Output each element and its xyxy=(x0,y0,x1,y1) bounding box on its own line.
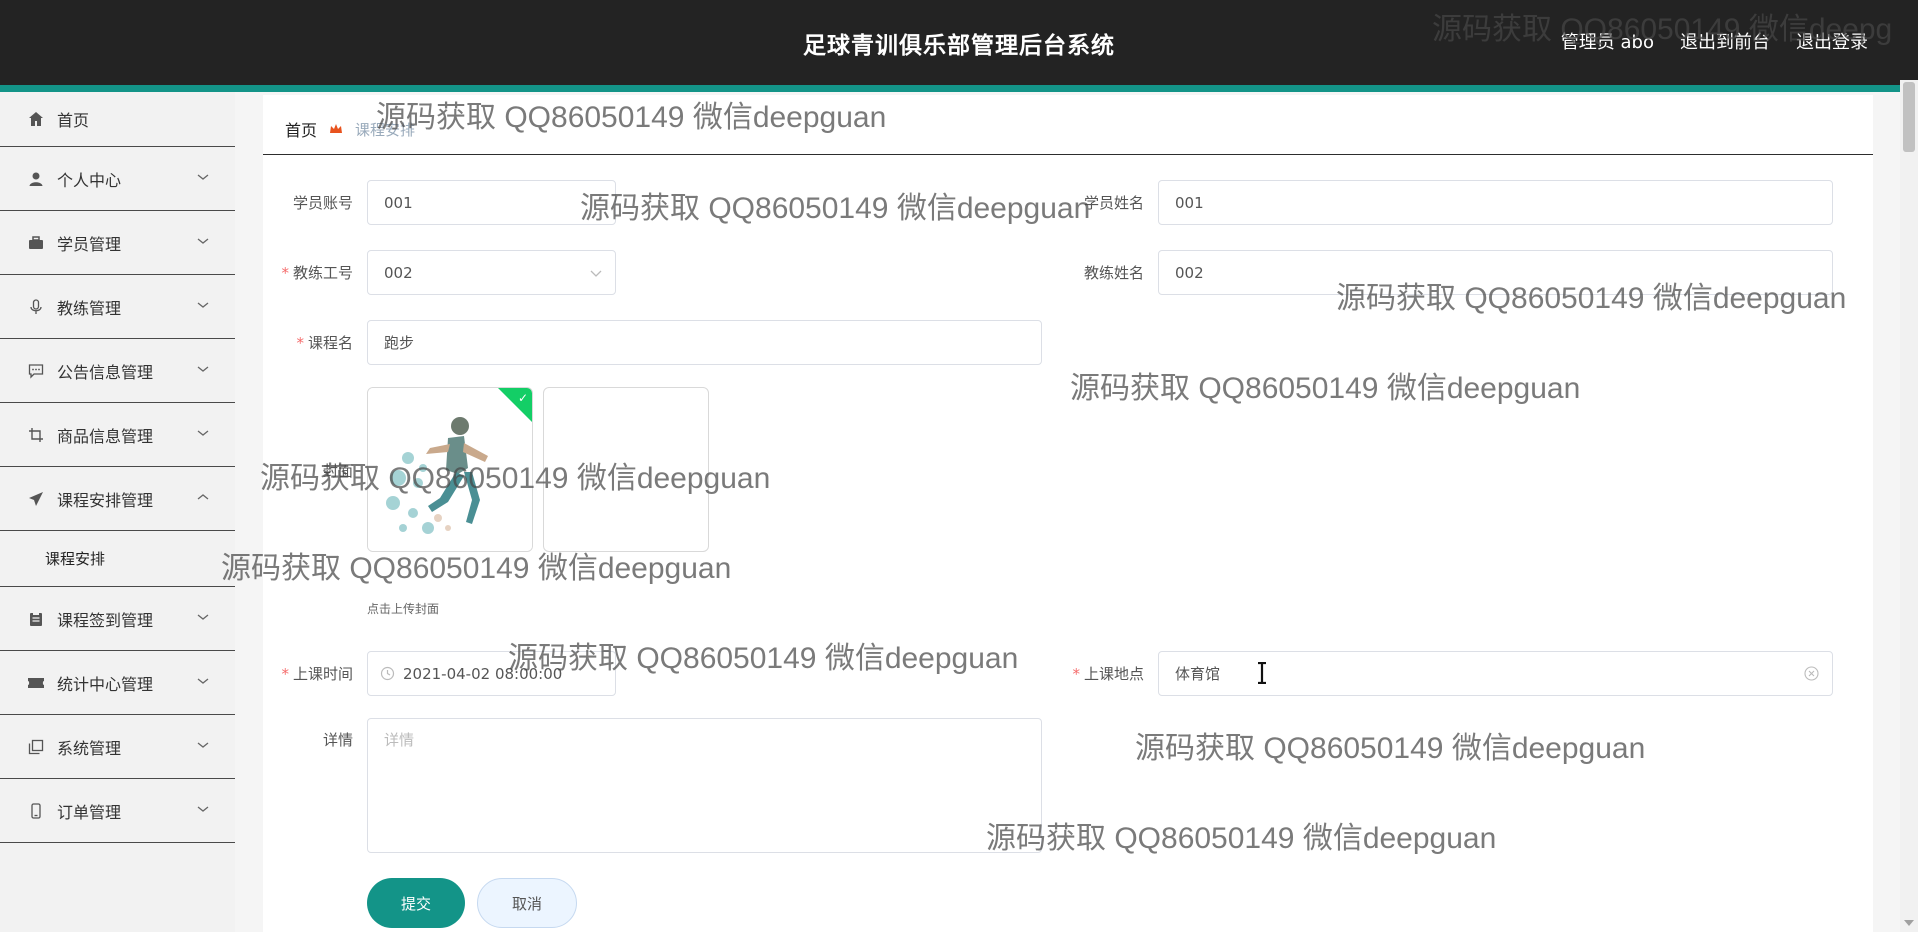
chevron-down-icon xyxy=(197,174,209,180)
divider xyxy=(263,154,1873,155)
header-accent-bar xyxy=(0,85,1918,92)
crown-icon xyxy=(330,124,343,133)
course-name-label: * 课程名 xyxy=(296,334,353,352)
clear-icon[interactable] xyxy=(1803,665,1820,682)
chevron-down-icon xyxy=(197,806,209,812)
sidebar-item-label: 公告信息管理 xyxy=(57,362,154,382)
chevron-down-icon xyxy=(197,678,209,684)
coach-name-label: 教练姓名 xyxy=(1083,264,1144,282)
current-user: 管理员 abo xyxy=(1560,32,1654,53)
sidebar-item-label: 统计中心管理 xyxy=(57,674,154,694)
sidebar-item-product-management[interactable]: 商品信息管理 xyxy=(0,403,235,467)
chevron-down-icon xyxy=(197,366,209,372)
sidebar-item-coach-management[interactable]: 教练管理 xyxy=(0,275,235,339)
header-links: 管理员 abo 退出到前台 退出登录 xyxy=(1561,28,1868,54)
clock-icon xyxy=(380,666,395,681)
ticket-icon xyxy=(27,674,45,692)
chevron-up-icon xyxy=(197,494,209,500)
submenu-item-course-schedule[interactable]: 课程安排 xyxy=(0,531,235,587)
sidebar-item-label: 订单管理 xyxy=(57,802,122,822)
page-scrollbar[interactable] xyxy=(1900,80,1918,932)
chevron-down-icon xyxy=(197,742,209,748)
check-icon: ✓ xyxy=(517,391,528,405)
sidebar-item-label: 商品信息管理 xyxy=(57,426,154,446)
sidebar-item-label: 课程安排管理 xyxy=(57,490,154,510)
breadcrumb-current: 课程安排 xyxy=(355,120,416,139)
sidebar-item-course-schedule-management[interactable]: 课程安排管理 xyxy=(0,467,235,531)
breadcrumb-home[interactable]: 首页 xyxy=(285,117,317,141)
form-panel: 首页 课程安排 学员账号 001 学员姓名 001 * 教练工号 002 教练姓名… xyxy=(263,95,1873,932)
back-to-front-link[interactable]: 退出到前台 xyxy=(1680,28,1770,54)
student-account-label: 学员账号 xyxy=(292,194,353,212)
sidebar-item-student-management[interactable]: 学员管理 xyxy=(0,211,235,275)
cover-label: 封面 xyxy=(322,462,353,480)
cancel-button[interactable]: 取消 xyxy=(477,878,577,928)
logout-link[interactable]: 退出登录 xyxy=(1796,28,1868,54)
student-name-input[interactable]: 001 xyxy=(1158,180,1833,225)
message-icon xyxy=(27,362,45,380)
chevron-down-icon xyxy=(197,302,209,308)
sidebar-item-label: 课程签到管理 xyxy=(57,610,154,630)
sidebar-item-system-management[interactable]: 系统管理 xyxy=(0,715,235,779)
course-name-input[interactable]: 跑步 xyxy=(367,320,1042,365)
sidebar-item-order-management[interactable]: 订单管理 xyxy=(0,779,235,843)
chevron-down-icon xyxy=(590,270,602,277)
chevron-down-icon xyxy=(197,614,209,620)
details-label: 详情 xyxy=(322,731,353,749)
scroll-down-arrow-icon[interactable] xyxy=(1902,918,1916,928)
coach-name-input[interactable]: 002 xyxy=(1158,250,1833,295)
text-cursor-icon xyxy=(1258,662,1266,684)
breadcrumb: 首页 课程安排 xyxy=(285,117,415,141)
cover-upload-button[interactable] xyxy=(543,387,709,552)
clipboard-icon xyxy=(27,610,45,628)
briefcase-icon xyxy=(27,234,45,252)
upload-hint: 点击上传封面 xyxy=(367,602,440,616)
class-time-picker[interactable]: 2021-04-02 08:00:00 xyxy=(367,651,616,696)
crop-icon xyxy=(27,426,45,444)
mobile-icon xyxy=(27,802,45,820)
sidebar-item-label: 学员管理 xyxy=(57,234,122,254)
sidebar-item-checkin-management[interactable]: 课程签到管理 xyxy=(0,587,235,651)
details-textarea[interactable]: 详情 xyxy=(367,718,1042,853)
sidebar-item-statistics-management[interactable]: 统计中心管理 xyxy=(0,651,235,715)
send-icon xyxy=(27,490,45,508)
location-label: * 上课地点 xyxy=(1072,665,1144,683)
sidebar-item-label: 系统管理 xyxy=(57,738,122,758)
coach-id-select[interactable]: 002 xyxy=(367,250,616,295)
sidebar-item-label: 首页 xyxy=(57,111,90,130)
sidebar-item-home[interactable]: 首页 xyxy=(0,92,235,147)
chevron-down-icon xyxy=(197,238,209,244)
chevron-down-icon xyxy=(197,430,209,436)
copy-icon xyxy=(27,738,45,756)
student-name-label: 学员姓名 xyxy=(1083,194,1144,212)
sidebar-item-label: 个人中心 xyxy=(57,170,122,190)
sidebar-item-personal-center[interactable]: 个人中心 xyxy=(0,147,235,211)
home-icon xyxy=(27,110,45,128)
sidebar-item-label: 教练管理 xyxy=(57,298,122,318)
student-account-input[interactable]: 001 xyxy=(367,180,616,225)
microphone-icon xyxy=(27,298,45,316)
top-header: 足球青训俱乐部管理后台系统 管理员 abo 退出到前台 退出登录 xyxy=(0,0,1918,85)
coach-id-label: * 教练工号 xyxy=(281,264,353,282)
class-time-label: * 上课时间 xyxy=(281,665,353,683)
scroll-thumb[interactable] xyxy=(1903,82,1915,152)
sidebar: 首页 个人中心 学员管理 教练管理 公告信息管理 商品信息管理 课程安排管理 课… xyxy=(0,92,235,932)
submit-button[interactable]: 提交 xyxy=(367,878,465,928)
user-icon xyxy=(27,170,45,188)
sidebar-item-announcement-management[interactable]: 公告信息管理 xyxy=(0,339,235,403)
main-area: 首页 课程安排 学员账号 001 学员姓名 001 * 教练工号 002 教练姓名… xyxy=(235,92,1918,932)
cover-image-thumbnail[interactable]: ✓ xyxy=(367,387,533,552)
